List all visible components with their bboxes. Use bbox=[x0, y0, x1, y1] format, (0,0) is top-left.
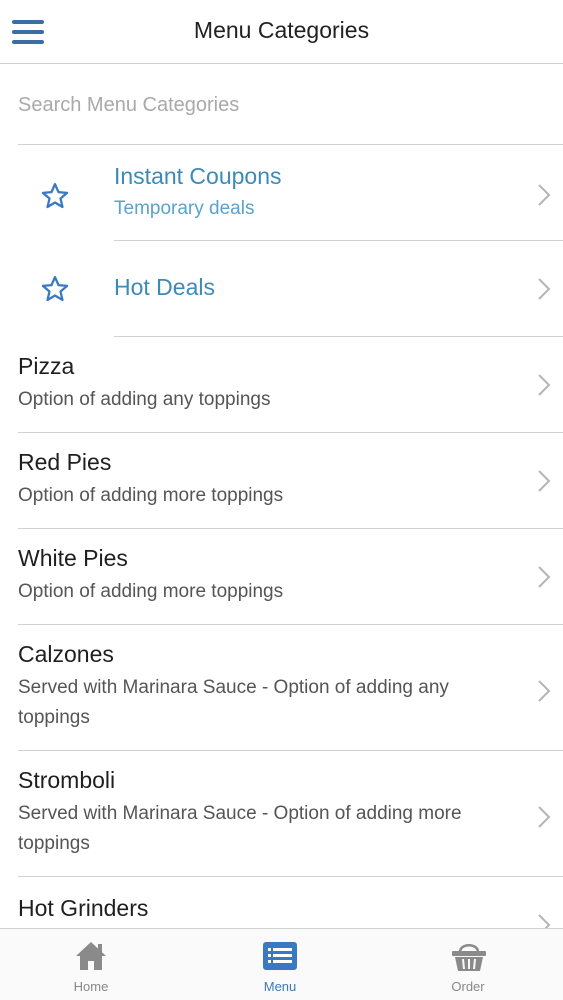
list-item-description: Served with Marinara Sauce - Option of a… bbox=[18, 803, 462, 854]
tab-home[interactable]: Home bbox=[31, 929, 151, 1000]
chevron-right-icon bbox=[538, 470, 551, 492]
tab-label: Order bbox=[451, 979, 485, 994]
page-title: Menu Categories bbox=[193, 17, 370, 43]
chevron-right-icon bbox=[538, 806, 551, 828]
list-item-stromboli[interactable]: Stromboli Served with Marinara Sauce - O… bbox=[0, 751, 563, 877]
tab-label: Home bbox=[73, 979, 109, 994]
app-header: Menu Categories bbox=[0, 0, 563, 64]
list-item-description: Option of adding more toppings bbox=[18, 485, 284, 506]
list-item-title: Hot Deals bbox=[114, 274, 215, 300]
basket-icon bbox=[452, 944, 486, 971]
search-input[interactable] bbox=[18, 80, 545, 130]
tab-label: Menu bbox=[263, 979, 297, 994]
list-item-description: Option of adding any toppings bbox=[18, 389, 271, 410]
chevron-right-icon bbox=[538, 680, 551, 702]
tab-menu[interactable]: Menu bbox=[220, 929, 340, 1000]
list-item-title: Calzones bbox=[18, 641, 114, 667]
list-item-title: White Pies bbox=[18, 545, 128, 571]
list-item-title: Instant Coupons bbox=[114, 163, 282, 189]
chevron-right-icon bbox=[538, 184, 551, 206]
chevron-right-icon bbox=[538, 374, 551, 396]
menu-list-icon bbox=[263, 942, 297, 970]
star-icon[interactable] bbox=[40, 181, 70, 211]
list-item-description: Temporary deals bbox=[114, 198, 255, 219]
list-item-title: Hot Grinders bbox=[18, 895, 149, 921]
home-icon bbox=[76, 942, 106, 970]
list-item-description: Option of adding more toppings bbox=[18, 581, 284, 602]
list-item-title: Stromboli bbox=[18, 767, 116, 793]
category-list: Instant Coupons Temporary deals Hot Deal… bbox=[0, 145, 563, 973]
bottom-tab-bar: Home Menu Order bbox=[0, 928, 563, 1000]
list-item-title: Red Pies bbox=[18, 449, 112, 475]
chevron-right-icon bbox=[538, 566, 551, 588]
list-item-pizza[interactable]: Pizza Option of adding any toppings bbox=[0, 337, 563, 433]
list-item-calzones[interactable]: Calzones Served with Marinara Sauce - Op… bbox=[0, 625, 563, 751]
list-item-description: Served with Marinara Sauce - Option of a… bbox=[18, 677, 449, 728]
list-item-red-pies[interactable]: Red Pies Option of adding more toppings bbox=[0, 433, 563, 529]
list-item-instant-coupons[interactable]: Instant Coupons Temporary deals bbox=[0, 145, 563, 241]
tab-order[interactable]: Order bbox=[408, 929, 528, 1000]
chevron-right-icon bbox=[538, 278, 551, 300]
list-item-white-pies[interactable]: White Pies Option of adding more topping… bbox=[0, 529, 563, 625]
list-item-hot-deals[interactable]: Hot Deals bbox=[0, 241, 563, 337]
star-icon[interactable] bbox=[40, 274, 70, 304]
list-item-title: Pizza bbox=[18, 353, 75, 379]
